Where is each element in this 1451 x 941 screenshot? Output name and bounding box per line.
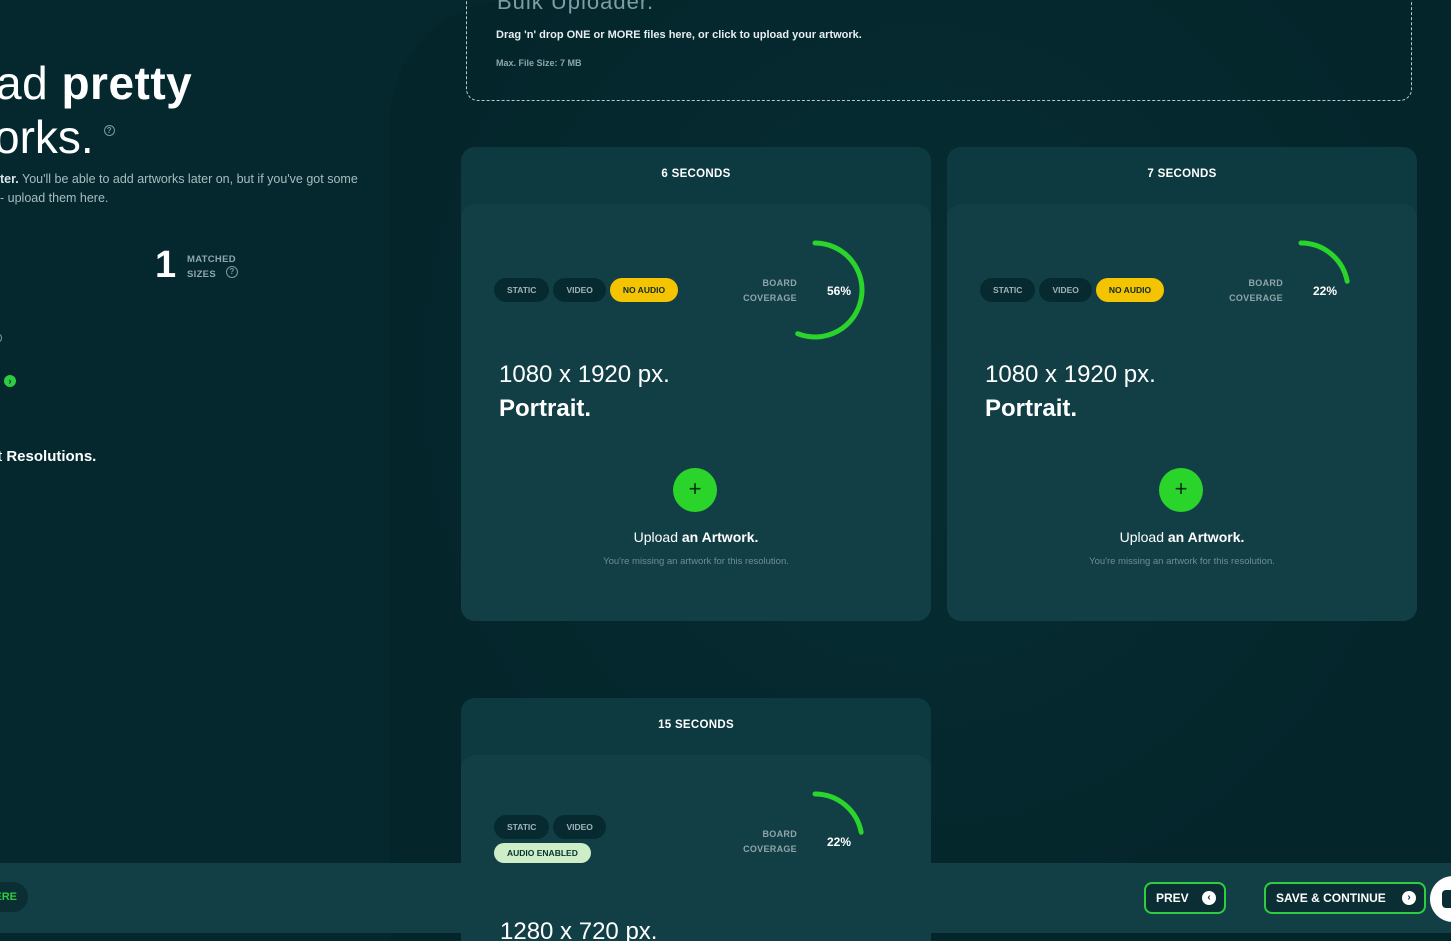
tag-no-audio[interactable]: NO AUDIO [609,278,679,302]
tag-no-audio[interactable]: NO AUDIO [1095,278,1165,302]
resolution-dimensions: 1280 x 720 px. [500,918,658,941]
card-body: STATIC VIDEO NO AUDIO BOARD COVERAGE 56% … [461,204,931,621]
media-type-tags: STATIC VIDEO NO AUDIO [494,278,714,302]
bulk-uploader-max-size: Max. File Size: 7 MB [496,58,582,68]
board-coverage-value: 22% [1313,284,1338,298]
radio-icon[interactable] [0,334,2,342]
board-coverage-value: 22% [827,835,852,849]
matched-help-icon[interactable]: ? [226,266,238,278]
tag-static[interactable]: STATIC [494,278,550,302]
board-coverage-label: BOARD COVERAGE [743,829,797,854]
board-coverage-label: BOARD COVERAGE [743,278,797,303]
bulk-uploader-title: Bulk Uploader. [497,0,655,14]
chevron-right-icon: › [1402,891,1416,905]
hero-description: ter. You'll be able to add artworks late… [0,172,358,205]
board-coverage-value: 56% [827,284,852,298]
bulk-uploader-hint: Drag 'n' drop ONE or MORE files here, or… [496,29,862,41]
prev-button[interactable]: PREV ‹ [1144,882,1226,914]
bulk-uploader-dropzone[interactable]: Bulk Uploader. Drag 'n' drop ONE or MORE… [466,0,1412,101]
chat-icon [1442,890,1451,908]
card-duration: 7 SECONDS [1147,168,1217,180]
resolution-orientation: Portrait. [985,395,1078,422]
save-label: SAVE & CONTINUE [1276,891,1386,905]
bottom-action-bar [0,863,1451,933]
upload-artwork-label[interactable]: Upload an Artwork. [947,529,1417,545]
card-body: STATIC VIDEO NO AUDIO BOARD COVERAGE 22% … [947,204,1417,621]
matched-sizes-count: 1 [155,244,177,286]
tag-static[interactable]: STATIC [980,278,1036,302]
media-type-tags: STATIC VIDEO AUDIO ENABLED [494,815,634,863]
tag-video[interactable]: VIDEO [553,815,606,839]
chevron-left-icon: ‹ [1202,891,1216,905]
missing-artwork-note: You're missing an artwork for this resol… [1089,556,1275,567]
chevron-right-icon[interactable]: › [4,375,16,387]
resolution-orientation: Portrait. [499,395,592,422]
card-duration: 6 SECONDS [661,168,731,180]
coverage-arc [812,791,864,835]
tag-static[interactable]: STATIC [494,815,550,839]
coverage-arc [1298,240,1350,284]
board-coverage-label: BOARD COVERAGE [1229,278,1283,303]
resolution-card: 7 SECONDS STATIC VIDEO NO AUDIO BOARD COV… [947,147,1417,621]
hero-title-line2: orks.? [0,110,115,164]
upload-artwork-label[interactable]: Upload an Artwork. [461,529,931,545]
media-type-tags: STATIC VIDEO NO AUDIO [980,278,1200,302]
tag-video[interactable]: VIDEO [1039,278,1092,302]
save-and-continue-button[interactable]: SAVE & CONTINUE › [1264,882,1426,914]
add-artwork-button[interactable]: + [673,468,717,512]
resolution-card: 6 SECONDS STATIC VIDEO NO AUDIO BOARD COV… [461,147,931,621]
tag-audio-enabled[interactable]: AUDIO ENABLED [494,843,591,863]
add-artwork-button[interactable]: + [1159,468,1203,512]
missing-artwork-note: You're missing an artwork for this resol… [603,556,789,567]
help-icon[interactable]: ? [103,125,115,136]
resolutions-label: t Resolutions. [0,448,97,465]
tag-video[interactable]: VIDEO [553,278,606,302]
resolution-dimensions: 1080 x 1920 px. [985,361,1156,388]
prev-label: PREV [1156,891,1189,905]
card-duration: 15 SECONDS [658,719,734,731]
resolution-dimensions: 1080 x 1920 px. [499,361,670,388]
hero-title-line1: ad pretty [0,57,193,109]
